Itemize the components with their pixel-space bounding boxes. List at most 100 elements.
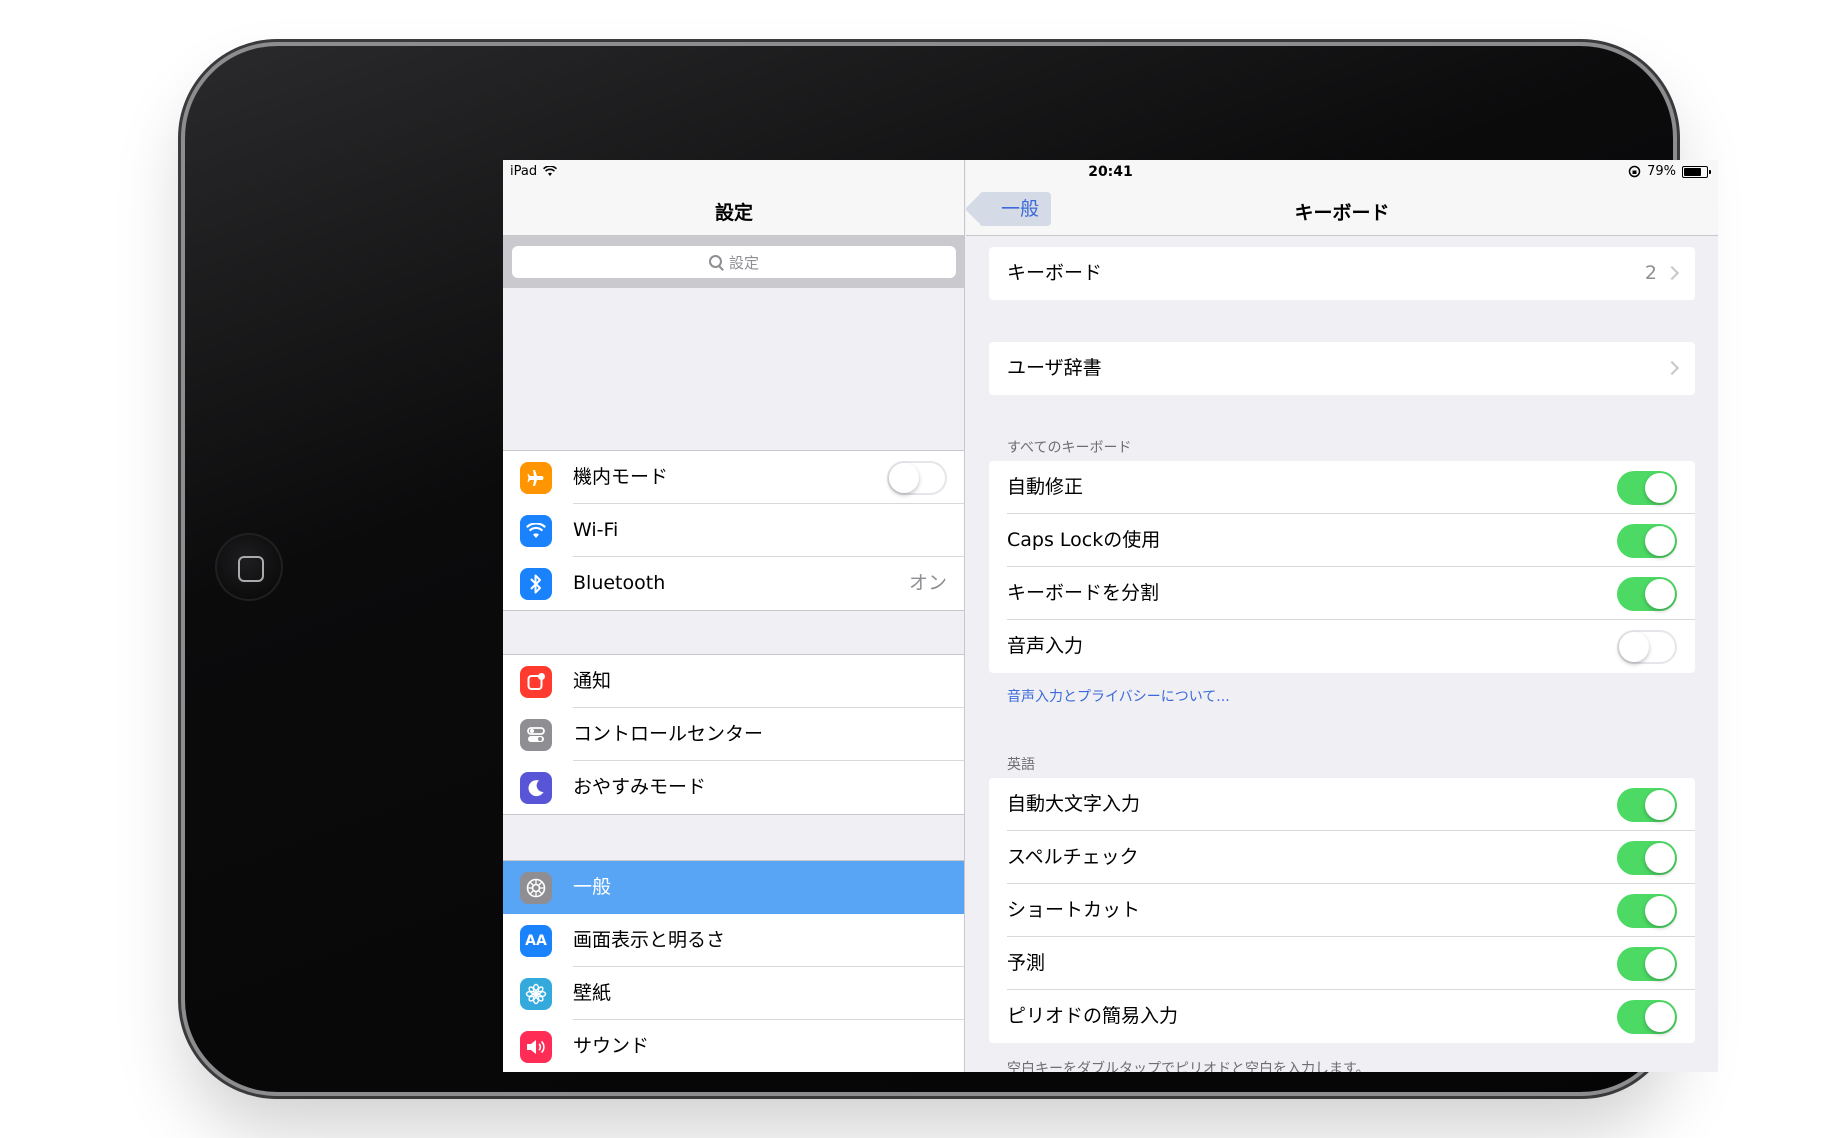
search-input[interactable]: 設定: [512, 246, 956, 278]
settings-sidebar: 設定 設定 機内モード Wi-Fi Bluetooth オン通知コントロールセンターお…: [503, 160, 965, 1072]
english-option-label: 自動大文字入力: [1007, 793, 1141, 815]
english-option-toggle[interactable]: [1617, 894, 1677, 928]
voice-privacy-link[interactable]: 音声入力とプライバシーについて...: [1007, 686, 1230, 706]
sidebar-item-bluetooth[interactable]: Bluetooth オン: [503, 557, 964, 610]
toggle-knob: [889, 463, 919, 493]
english-option-toggle[interactable]: [1617, 788, 1677, 822]
status-bar: iPad 20:41 79%: [503, 160, 1718, 182]
toggle-knob: [1645, 1002, 1675, 1032]
moon-icon: [520, 772, 552, 804]
keyboard-option-toggle[interactable]: [1617, 524, 1677, 558]
user-dictionary-card: ユーザ辞書: [989, 342, 1695, 395]
battery-fill: [1684, 167, 1702, 176]
keyboard-settings-pane: 一般 キーボード キーボード 2 ユーザ辞書 すべてのキーボード 自動修正 Cap…: [966, 160, 1718, 1072]
keyboards-row[interactable]: キーボード 2: [989, 247, 1695, 300]
keyboard-option-row: 音声入力: [989, 620, 1695, 673]
bluetooth-icon: [520, 568, 552, 600]
display-icon: AA: [520, 925, 552, 957]
airplane-icon: [520, 462, 552, 494]
sidebar-item-label: サウンド: [573, 1035, 650, 1057]
english-option-toggle[interactable]: [1617, 1000, 1677, 1034]
english-option-label: ショートカット: [1007, 899, 1141, 921]
settings-group: 通知コントロールセンター おやすみモード: [503, 654, 964, 815]
toggle-knob: [1645, 526, 1675, 556]
period-shortcut-note: 空白キーをダブルタップでピリオドと空白を入力します。: [1007, 1061, 1370, 1072]
sidebar-item-value: オン: [908, 572, 947, 594]
user-dictionary-row[interactable]: ユーザ辞書: [989, 342, 1695, 395]
english-option-row: スペルチェック: [989, 831, 1695, 884]
keyboard-option-row: 自動修正: [989, 461, 1695, 514]
sidebar-item-label: 一般: [573, 876, 612, 898]
sidebar-item-label: Bluetooth: [573, 572, 666, 594]
keyboard-option-toggle[interactable]: [1617, 630, 1677, 664]
keyboard-option-toggle[interactable]: [1617, 577, 1677, 611]
toggle-knob: [1645, 579, 1675, 609]
search-placeholder: 設定: [728, 253, 759, 272]
english-option-label: 予測: [1007, 952, 1046, 974]
sidebar-item-label: 画面表示と明るさ: [573, 929, 726, 951]
clock: 20:41: [1088, 164, 1133, 180]
keyboards-label: キーボード: [1007, 262, 1103, 284]
sidebar-title: 設定: [714, 202, 753, 224]
toggle-knob: [1645, 949, 1675, 979]
english-option-toggle[interactable]: [1617, 841, 1677, 875]
sidebar-item-sound[interactable]: サウンド: [503, 1020, 964, 1072]
sidebar-item-label: 通知: [573, 670, 612, 692]
sidebar-item-notifications[interactable]: 通知: [503, 655, 964, 708]
keyboard-option-label: Caps Lockの使用: [1007, 529, 1161, 551]
keyboard-option-label: 自動修正: [1007, 476, 1084, 498]
search-icon: [708, 255, 723, 269]
search-bar: 設定: [503, 236, 964, 288]
toggle-knob: [1645, 790, 1675, 820]
english-option-row: 自動大文字入力: [989, 778, 1695, 831]
english-option-row: ショートカット: [989, 884, 1695, 937]
wifi-icon: [520, 515, 552, 547]
keyboards-card: キーボード 2: [989, 247, 1695, 300]
toggle-knob: [1619, 632, 1649, 662]
chevron-right-icon: [1664, 360, 1680, 376]
sidebar-item-moon[interactable]: おやすみモード: [503, 761, 964, 814]
sidebar-item-label: おやすみモード: [573, 776, 707, 798]
sidebar-item-label: 機内モード: [573, 466, 669, 488]
english-option-row: 予測: [989, 937, 1695, 990]
rotation-lock-icon: [1628, 165, 1641, 178]
all-keyboards-header: すべてのキーボード: [1007, 440, 1132, 456]
english-option-row: ピリオドの簡易入力: [989, 990, 1695, 1043]
english-option-toggle[interactable]: [1617, 947, 1677, 981]
keyboard-option-row: Caps Lockの使用: [989, 514, 1695, 567]
english-option-label: ピリオドの簡易入力: [1007, 1005, 1179, 1027]
keyboard-option-row: キーボードを分割: [989, 567, 1695, 620]
settings-group: 一般AA画面表示と明るさ壁紙サウンドパスコードバッテリー: [503, 860, 964, 1072]
gear-icon: [520, 872, 552, 904]
user-dictionary-label: ユーザ辞書: [1007, 357, 1102, 379]
english-header: 英語: [1007, 757, 1035, 773]
home-button[interactable]: [215, 533, 283, 601]
sidebar-item-gear[interactable]: 一般: [503, 861, 964, 914]
all-keyboards-card: 自動修正 Caps Lockの使用 キーボードを分割音声入力: [989, 461, 1695, 673]
settings-group: 機内モード Wi-Fi Bluetooth オン: [503, 450, 964, 611]
battery-icon: [1682, 165, 1711, 178]
sound-icon: [520, 1031, 552, 1063]
sidebar-item-label: Wi-Fi: [573, 519, 619, 541]
english-option-label: スペルチェック: [1007, 846, 1139, 868]
toggle-knob: [1645, 896, 1675, 926]
english-card: 自動大文字入力 スペルチェック ショートカット 予測ピリオドの簡易入力: [989, 778, 1695, 1043]
keyboards-count: 2: [1644, 262, 1657, 284]
notifications-icon: [520, 666, 552, 698]
sidebar-item-display[interactable]: AA 画面表示と明るさ: [503, 914, 964, 967]
keyboard-option-toggle[interactable]: [1617, 471, 1677, 505]
control-center-icon: [520, 719, 552, 751]
sidebar-item-wifi[interactable]: Wi-Fi: [503, 504, 964, 557]
airplane-mode-toggle[interactable]: [887, 461, 947, 495]
battery-percent: 79%: [1647, 164, 1676, 179]
sidebar-item-airplane[interactable]: 機内モード: [503, 451, 964, 504]
sidebar-item-wallpaper[interactable]: 壁紙: [503, 967, 964, 1020]
sidebar-item-label: コントロールセンター: [573, 723, 764, 745]
sidebar-item-control-center[interactable]: コントロールセンター: [503, 708, 964, 761]
wallpaper-icon: [520, 978, 552, 1010]
toggle-knob: [1645, 843, 1675, 873]
keyboard-option-label: キーボードを分割: [1007, 582, 1160, 604]
sidebar-item-label: 壁紙: [573, 982, 612, 1004]
screen: iPad 20:41 79% 設定 設定 機内モード Wi-Fi Bluetoo…: [503, 160, 1718, 1072]
toggle-knob: [1645, 473, 1675, 503]
